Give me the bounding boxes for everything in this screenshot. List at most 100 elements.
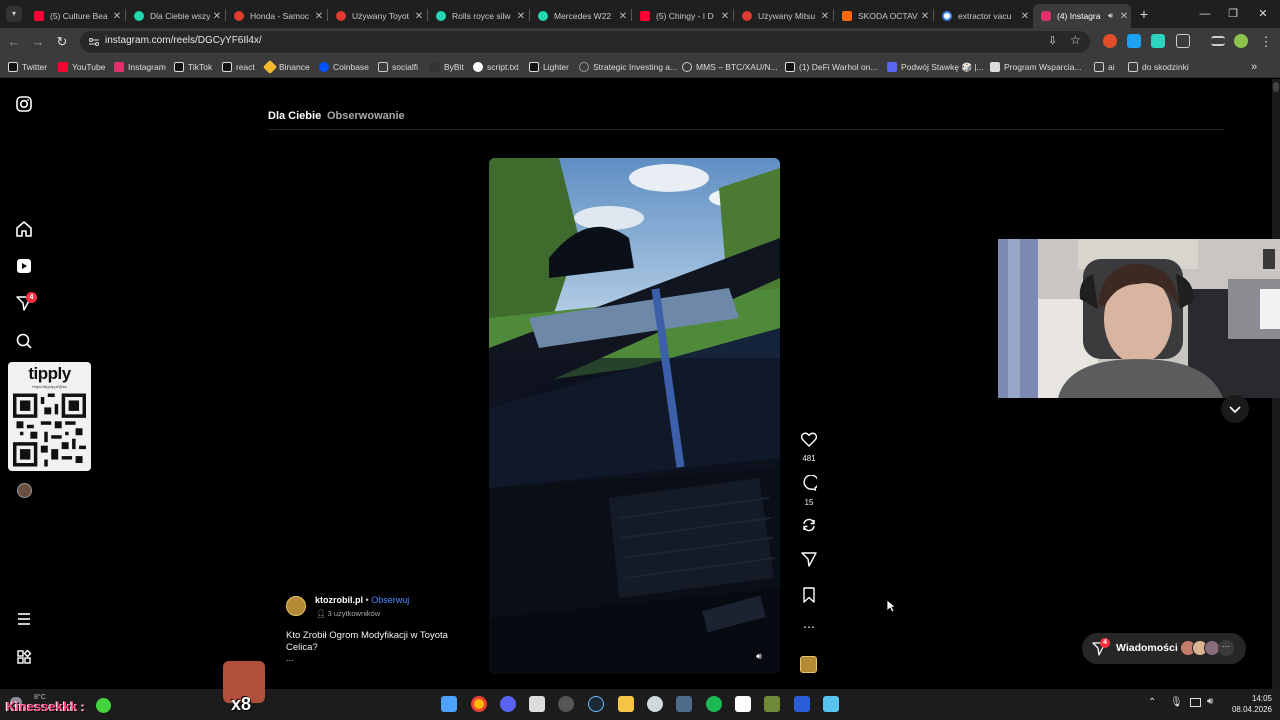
tab-for-you[interactable]: Dla Ciebie bbox=[268, 110, 321, 122]
author-avatar[interactable] bbox=[286, 596, 306, 616]
tab-search-button[interactable]: ▾ bbox=[6, 6, 22, 22]
windows-start-icon[interactable] bbox=[441, 696, 457, 712]
bookmark[interactable]: Binance bbox=[262, 59, 310, 75]
app-icon[interactable] bbox=[529, 696, 545, 712]
browser-tab[interactable]: SKODA OCTAV ✕ bbox=[834, 4, 932, 28]
app-icon[interactable] bbox=[558, 696, 574, 712]
bookmark[interactable]: socialfi bbox=[378, 60, 418, 74]
profile-avatar[interactable] bbox=[1234, 34, 1248, 48]
app-icon[interactable] bbox=[735, 696, 751, 712]
file-explorer-icon[interactable] bbox=[618, 696, 634, 712]
close-icon[interactable]: ✕ bbox=[1018, 11, 1032, 22]
mute-toggle-icon[interactable]: 🔊︎ bbox=[751, 648, 767, 664]
microphone-icon[interactable]: 🎙︎ bbox=[1170, 697, 1183, 708]
bookmark[interactable]: Lighter bbox=[529, 60, 569, 74]
browser-tab[interactable]: (5) Culture Bea ✕ bbox=[26, 4, 124, 28]
menu-icon[interactable] bbox=[15, 610, 33, 628]
caption-more[interactable]: ... bbox=[286, 653, 294, 663]
extensions-puzzle-icon[interactable] bbox=[1176, 34, 1190, 48]
close-icon[interactable]: ✕ bbox=[412, 11, 426, 22]
browser-tab[interactable]: Rolls royce silw ✕ bbox=[428, 4, 528, 28]
author-username[interactable]: ktozrobil.pl bbox=[315, 595, 363, 605]
close-icon[interactable]: ✕ bbox=[1117, 11, 1131, 22]
close-icon[interactable]: ✕ bbox=[514, 11, 528, 22]
browser-tab[interactable]: (5) Chingy - I D ✕ bbox=[632, 4, 732, 28]
instagram-logo-icon[interactable] bbox=[15, 95, 33, 113]
save-button[interactable] bbox=[798, 587, 820, 608]
follow-button[interactable]: Obserwuj bbox=[371, 595, 409, 605]
close-icon[interactable]: ✕ bbox=[818, 11, 832, 22]
like-button[interactable]: 481 bbox=[798, 432, 820, 463]
bookmark[interactable]: TikTok bbox=[174, 60, 212, 74]
more-apps-icon[interactable] bbox=[15, 648, 33, 666]
bookmark[interactable]: ai bbox=[1094, 60, 1115, 74]
extension-icon[interactable] bbox=[1151, 34, 1165, 48]
steam-icon[interactable] bbox=[588, 696, 604, 712]
share-button[interactable] bbox=[798, 552, 820, 572]
bookmark-star-icon[interactable]: ☆ bbox=[1070, 33, 1081, 47]
scroll-down-button[interactable] bbox=[1221, 395, 1249, 423]
more-options-icon[interactable]: ⋯ bbox=[798, 620, 820, 634]
bookmark[interactable]: Twitter bbox=[8, 60, 47, 74]
close-window-button[interactable]: ✕ bbox=[1250, 4, 1276, 24]
volume-icon[interactable]: 🔊︎ bbox=[1207, 696, 1213, 707]
address-bar[interactable]: instagram.com/reels/DGCyYF6Il4x/ ⇩ ☆ bbox=[80, 31, 1090, 53]
bookmark[interactable]: react bbox=[222, 60, 255, 74]
search-icon[interactable] bbox=[15, 332, 33, 350]
close-icon[interactable]: ✕ bbox=[918, 11, 932, 22]
bookmark[interactable]: Coinbase bbox=[319, 60, 369, 74]
browser-tab[interactable]: Mercedes W22 ✕ bbox=[530, 4, 630, 28]
bookmark[interactable]: Podwój Stawkę 🎲 |... bbox=[887, 60, 984, 74]
app-icon[interactable] bbox=[764, 696, 780, 712]
bookmark[interactable]: (1) DeFi Warhol on... bbox=[785, 60, 878, 74]
close-icon[interactable]: ✕ bbox=[110, 11, 124, 22]
restore-button[interactable]: ❐ bbox=[1220, 4, 1246, 24]
extension-icon[interactable] bbox=[1103, 34, 1117, 48]
back-button[interactable]: ← bbox=[4, 32, 24, 52]
comment-button[interactable]: 15 bbox=[798, 474, 820, 507]
bookmark[interactable]: do skodzinki bbox=[1128, 60, 1189, 74]
bookmark[interactable]: Program Wsparcia... bbox=[990, 60, 1081, 74]
bookmarks-overflow[interactable]: » bbox=[1251, 60, 1257, 74]
extension-icon[interactable] bbox=[1127, 34, 1141, 48]
browser-tab[interactable]: Używany Toyot ✕ bbox=[328, 4, 426, 28]
bookmark[interactable]: script.txt bbox=[473, 60, 519, 74]
menu-kebab-icon[interactable]: ⋮ bbox=[1256, 32, 1276, 52]
close-icon[interactable]: ✕ bbox=[718, 11, 732, 22]
clock-time[interactable]: 14:05 bbox=[1230, 694, 1272, 703]
browser-tab[interactable]: Używany Mitsu ✕ bbox=[734, 4, 832, 28]
chrome-icon[interactable] bbox=[471, 696, 487, 712]
bookmark[interactable]: YouTube bbox=[58, 60, 105, 74]
network-icon[interactable] bbox=[1190, 698, 1201, 707]
home-icon[interactable] bbox=[15, 220, 33, 238]
clock-date[interactable]: 08.04.2026 bbox=[1222, 705, 1272, 714]
forward-button[interactable]: → bbox=[28, 32, 48, 52]
media-controls-icon[interactable] bbox=[1211, 36, 1225, 46]
tab-following[interactable]: Obserwowanie bbox=[327, 110, 405, 122]
app-icon[interactable] bbox=[647, 696, 663, 712]
reels-icon[interactable] bbox=[15, 257, 33, 275]
speaker-icon[interactable]: 🔊︎ bbox=[1108, 11, 1113, 21]
app-icon[interactable] bbox=[794, 696, 810, 712]
bookmark[interactable]: Strategic Investing a... bbox=[579, 60, 677, 74]
messages-pill[interactable]: 4 Wiadomości ⋯ bbox=[1082, 633, 1246, 664]
audio-thumbnail[interactable] bbox=[800, 656, 817, 673]
close-icon[interactable]: ✕ bbox=[312, 11, 326, 22]
reload-button[interactable]: ↻ bbox=[52, 32, 72, 52]
browser-tab[interactable]: Dla Ciebie wszy ✕ bbox=[126, 4, 224, 28]
spotify-icon[interactable] bbox=[706, 696, 722, 712]
new-tab-button[interactable]: + bbox=[1136, 6, 1152, 22]
reel-video[interactable]: 🔊︎ bbox=[489, 158, 780, 674]
minimize-button[interactable]: — bbox=[1192, 4, 1218, 24]
bookmark[interactable]: Instagram bbox=[114, 60, 166, 74]
repost-button[interactable] bbox=[798, 517, 820, 538]
close-icon[interactable]: ✕ bbox=[616, 11, 630, 22]
browser-tab-active[interactable]: (4) Instagra 🔊︎ ✕ bbox=[1033, 4, 1131, 28]
install-app-icon[interactable]: ⇩ bbox=[1048, 34, 1057, 47]
tray-chevron-icon[interactable]: ⌃ bbox=[1148, 697, 1156, 708]
discord-icon[interactable] bbox=[500, 696, 516, 712]
profile-avatar[interactable] bbox=[17, 483, 32, 498]
bookmark[interactable]: ByBit bbox=[430, 60, 464, 74]
close-icon[interactable]: ✕ bbox=[210, 11, 224, 22]
scrollbar-thumb[interactable] bbox=[1273, 82, 1279, 92]
